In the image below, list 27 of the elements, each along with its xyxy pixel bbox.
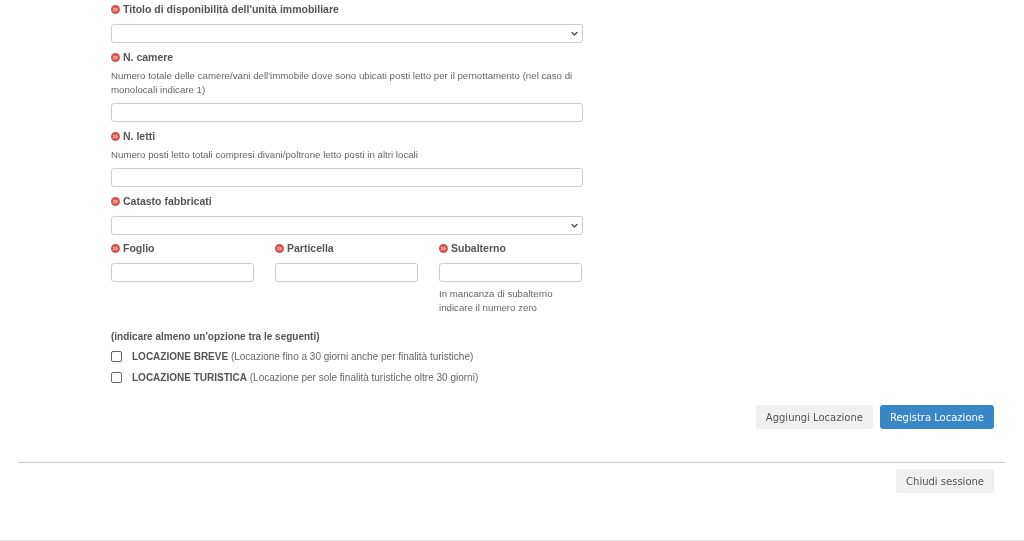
dropdown-field[interactable] bbox=[111, 216, 583, 235]
field-label: Particella bbox=[287, 242, 334, 254]
help-text: Numero posti letto totali compresi divani/poltrone letto posti in altri locali bbox=[111, 148, 419, 162]
input-field[interactable] bbox=[111, 168, 583, 187]
help-text: Numero totale delle camere/vani dell'immobile dove sono ubicati posti letto per il pernottamento (nel caso di monolocali indicare 1) bbox=[111, 69, 574, 97]
option-label: LOCAZIONE BREVE (Locazione fino a 30 giorni anche per finalità turistiche) bbox=[132, 350, 474, 362]
field-label: Catasto fabbricati bbox=[123, 195, 212, 207]
dropdown-field[interactable] bbox=[111, 24, 583, 43]
help-text: In mancanza di subalterno indicare il numero zero bbox=[439, 287, 554, 315]
chevron-down-icon bbox=[571, 223, 578, 228]
submit-button[interactable]: Registra Locazione bbox=[879, 405, 994, 429]
chevron-down-icon bbox=[571, 31, 578, 36]
input-field[interactable] bbox=[111, 103, 583, 122]
field-label: Subalterno bbox=[451, 242, 506, 254]
input-field[interactable] bbox=[439, 263, 582, 282]
options-heading: (indicare almeno un'opzione tra le seguenti) bbox=[111, 331, 321, 342]
checkbox[interactable] bbox=[111, 350, 122, 362]
field-label: Foglio bbox=[123, 242, 155, 254]
close-session-button[interactable]: Chiudi sessione bbox=[896, 469, 994, 493]
input-field[interactable] bbox=[275, 263, 418, 282]
field-label: N. camere bbox=[123, 51, 174, 63]
input-field[interactable] bbox=[111, 263, 254, 282]
option-label: LOCAZIONE TURISTICA (Locazione per sole finalità turistiche oltre 30 giorni) bbox=[132, 371, 479, 383]
field-label: N. letti bbox=[123, 130, 156, 142]
field-label: Titolo di disponibilità dell'unità immobiliare bbox=[123, 3, 339, 15]
checkbox[interactable] bbox=[111, 371, 122, 383]
add-button[interactable]: Aggiungi Locazione bbox=[755, 405, 873, 429]
